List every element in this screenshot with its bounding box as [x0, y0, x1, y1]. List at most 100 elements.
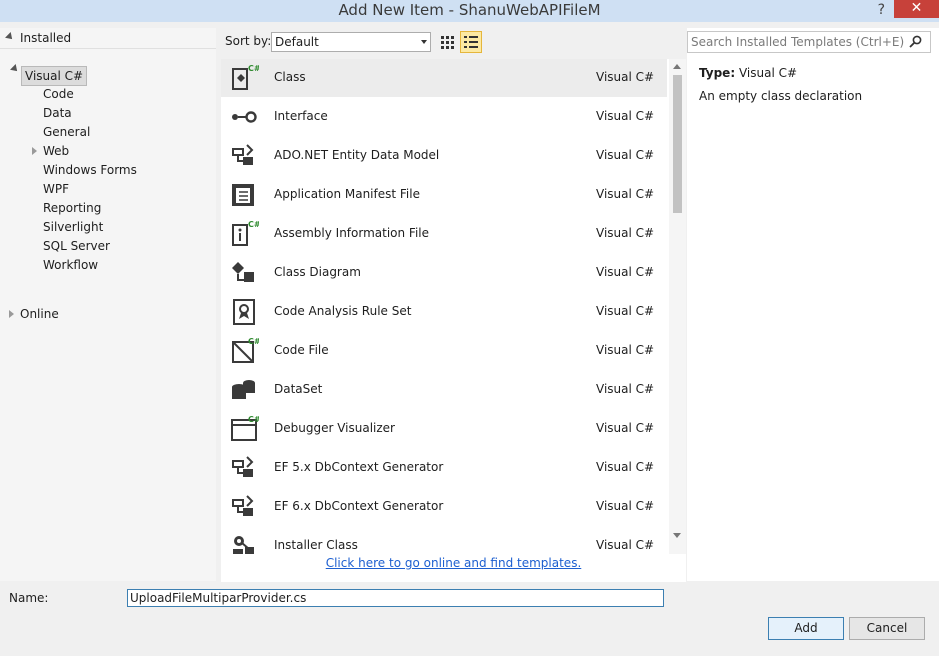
- template-name: Code Analysis Rule Set: [274, 304, 412, 318]
- template-row[interactable]: Class Diagram Visual C#: [221, 254, 667, 292]
- category-tree: Installed Visual C# Code Data General Web Wi…: [0, 28, 216, 581]
- template-name: Installer Class: [274, 538, 358, 552]
- tree-item-general[interactable]: General: [43, 123, 90, 141]
- expand-arrow-icon[interactable]: [5, 32, 15, 42]
- dialog-body: Installed Visual C# Code Data General Web Wi…: [0, 22, 939, 656]
- template-language: Visual C#: [596, 421, 655, 435]
- dataset-icon: [232, 380, 255, 399]
- template-name: Class Diagram: [274, 265, 361, 279]
- vertical-scrollbar[interactable]: [669, 59, 686, 567]
- entity-model-icon: [232, 144, 254, 165]
- template-language: Visual C#: [596, 343, 655, 357]
- sort-dropdown[interactable]: Default: [271, 32, 431, 52]
- template-name: Application Manifest File: [274, 187, 420, 201]
- template-language: Visual C#: [596, 109, 655, 123]
- help-button[interactable]: ?: [878, 0, 885, 20]
- template-row[interactable]: C# Code File Visual C#: [221, 332, 667, 370]
- ef-generator-icon: [232, 456, 254, 477]
- template-name: Assembly Information File: [274, 226, 430, 240]
- template-language: Visual C#: [596, 460, 655, 474]
- list-view-icon: [464, 36, 478, 48]
- tree-item-installed[interactable]: Installed: [0, 28, 216, 49]
- template-row[interactable]: Interface Visual C#: [221, 98, 667, 136]
- interface-icon: [232, 111, 257, 123]
- type-label: Type:: [699, 66, 736, 80]
- list-view-button[interactable]: [460, 31, 482, 53]
- type-value: Visual C#: [738, 66, 798, 80]
- tree-item-silverlight[interactable]: Silverlight: [43, 218, 103, 236]
- tree-item-sql-server[interactable]: SQL Server: [43, 237, 110, 255]
- template-name: DataSet: [274, 382, 323, 396]
- template-language: Visual C#: [596, 499, 655, 513]
- template-language: Visual C#: [596, 148, 655, 162]
- template-row[interactable]: DataSet Visual C#: [221, 371, 667, 409]
- title-bar: Add New Item - ShanuWebAPIFileM ? ✕: [0, 0, 939, 22]
- template-row[interactable]: Code Analysis Rule Set Visual C#: [221, 293, 667, 331]
- collapse-arrow-icon[interactable]: [32, 147, 37, 155]
- ef-generator-icon: [232, 495, 254, 516]
- sort-bar: Sort by: Default: [221, 28, 686, 54]
- tree-item-workflow[interactable]: Workflow: [43, 256, 98, 274]
- template-language: Visual C#: [596, 226, 655, 240]
- window-title: Add New Item - ShanuWebAPIFileM: [338, 1, 601, 19]
- class-diagram-icon: [232, 262, 254, 282]
- template-name: Code File: [274, 343, 329, 357]
- template-row[interactable]: ADO.NET Entity Data Model Visual C#: [221, 137, 667, 175]
- chevron-down-icon: [421, 40, 427, 44]
- template-name: Interface: [274, 109, 328, 123]
- tree-item-reporting[interactable]: Reporting: [43, 199, 101, 217]
- name-field[interactable]: UploadFileMultiparProvider.cs: [127, 589, 664, 607]
- svg-text:C#: C#: [248, 337, 259, 346]
- grid-view-button[interactable]: [436, 31, 458, 53]
- scroll-down-icon[interactable]: [673, 533, 681, 538]
- template-description: An empty class declaration: [699, 89, 863, 103]
- expand-arrow-icon[interactable]: [10, 64, 20, 74]
- template-language: Visual C#: [596, 265, 655, 279]
- template-language: Visual C#: [596, 538, 655, 552]
- template-name: ADO.NET Entity Data Model: [274, 148, 440, 162]
- tree-item-code[interactable]: Code: [43, 85, 74, 103]
- online-link-area: Click here to go online and find templat…: [221, 554, 686, 582]
- tree-item-windows-forms[interactable]: Windows Forms: [43, 161, 137, 179]
- details-panel: Search Installed Templates (Ctrl+E) Type…: [687, 28, 939, 581]
- template-name: Debugger Visualizer: [274, 421, 395, 435]
- tree-installed-label: Installed: [20, 31, 72, 45]
- grid-view-icon: [441, 36, 454, 49]
- scroll-up-icon[interactable]: [673, 64, 681, 69]
- template-row[interactable]: Application Manifest File Visual C#: [221, 176, 667, 214]
- close-button[interactable]: ✕: [894, 0, 939, 18]
- tree-item-web[interactable]: Web: [43, 142, 69, 160]
- template-row[interactable]: C# Assembly Information File Visual C#: [221, 215, 667, 253]
- class-icon: C#: [232, 64, 259, 90]
- manifest-icon: [232, 184, 254, 206]
- template-row[interactable]: C# Class Visual C#: [221, 59, 667, 97]
- collapse-arrow-icon[interactable]: [9, 310, 14, 318]
- search-input[interactable]: Search Installed Templates (Ctrl+E): [687, 31, 931, 53]
- debugger-visualizer-icon: C#: [231, 415, 259, 441]
- template-list: C#ClassVisual C#InterfaceVisual C#ADO.NE…: [221, 59, 686, 567]
- template-name: EF 5.x DbContext Generator: [274, 460, 444, 474]
- type-info: Type: Visual C#: [699, 66, 797, 80]
- tree-item-data[interactable]: Data: [43, 104, 72, 122]
- template-name: Class: [274, 70, 306, 84]
- template-name: EF 6.x DbContext Generator: [274, 499, 444, 513]
- tree-item-wpf[interactable]: WPF: [43, 180, 69, 198]
- template-row[interactable]: C# Debugger Visualizer Visual C#: [221, 410, 667, 448]
- add-button[interactable]: Add: [768, 617, 844, 640]
- template-language: Visual C#: [596, 70, 655, 84]
- svg-text:C#: C#: [248, 220, 259, 229]
- template-row[interactable]: EF 5.x DbContext Generator Visual C#: [221, 449, 667, 487]
- sort-value: Default: [275, 35, 319, 49]
- sort-label: Sort by:: [225, 34, 272, 48]
- search-icon[interactable]: [908, 35, 924, 49]
- template-row[interactable]: EF 6.x DbContext Generator Visual C#: [221, 488, 667, 526]
- tree-item-visual-csharp[interactable]: Visual C#: [21, 66, 88, 86]
- scroll-thumb[interactable]: [673, 75, 682, 213]
- name-label: Name:: [9, 591, 49, 605]
- cancel-button[interactable]: Cancel: [849, 617, 925, 640]
- rule-set-icon: [233, 299, 255, 325]
- template-language: Visual C#: [596, 382, 655, 396]
- tree-item-online[interactable]: Online: [20, 305, 59, 323]
- online-templates-link[interactable]: Click here to go online and find templat…: [326, 556, 582, 570]
- code-file-icon: C#: [232, 337, 259, 363]
